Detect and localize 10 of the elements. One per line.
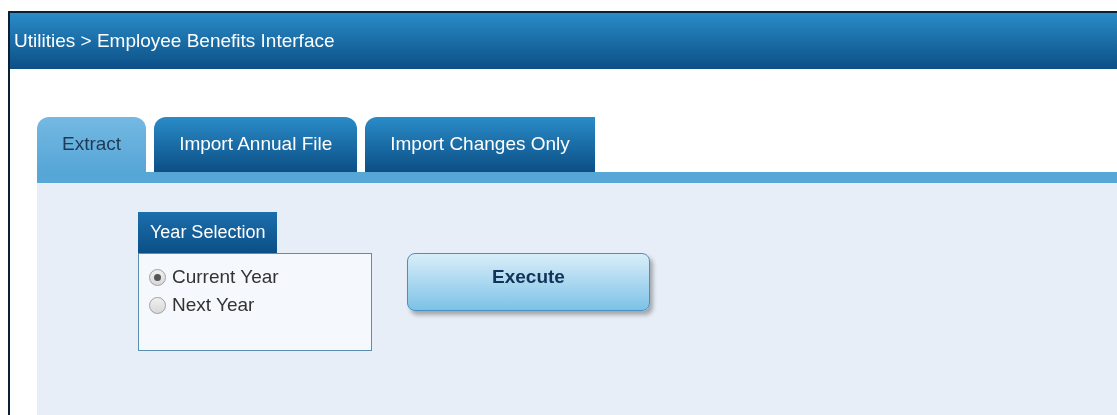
radio-label: Next Year: [172, 293, 255, 317]
radio-button[interactable]: [149, 268, 166, 286]
radio-button[interactable]: [149, 296, 166, 314]
window-title: Utilities > Employee Benefits Interface: [10, 13, 1117, 69]
tab[interactable]: Import Changes Only: [365, 117, 595, 172]
tab[interactable]: Import Annual File: [154, 117, 358, 172]
radio-label: Current Year: [172, 265, 279, 289]
tab[interactable]: Extract: [37, 117, 147, 172]
group-title: Year Selection: [138, 212, 278, 253]
execute-button[interactable]: Execute: [407, 253, 650, 311]
